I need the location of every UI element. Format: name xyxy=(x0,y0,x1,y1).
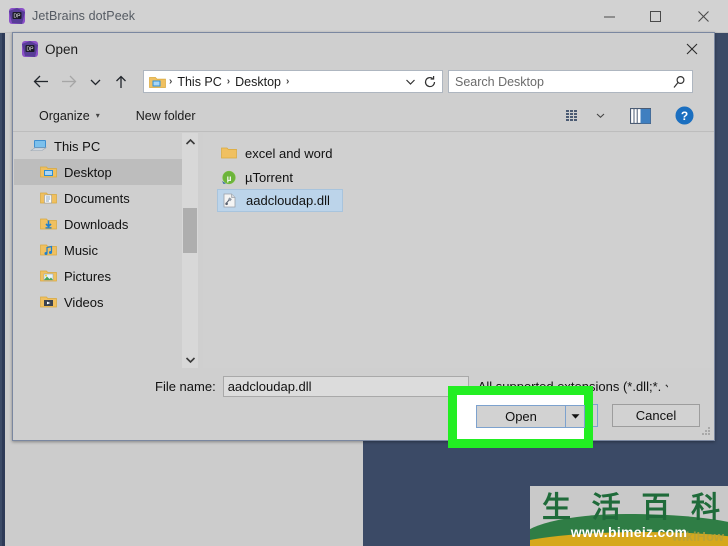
list-item-label: aadcloudap.dll xyxy=(246,193,330,208)
list-item[interactable]: excel and word xyxy=(217,141,343,165)
list-item[interactable]: µ µTorrent xyxy=(217,165,343,189)
watermark-characters: 生 活 百 科 xyxy=(536,488,726,526)
navigation-tree-list: This PC Desktop xyxy=(14,133,182,315)
app-titlebar[interactable]: DP JetBrains dotPeek xyxy=(0,0,728,33)
music-folder-icon xyxy=(40,243,58,257)
breadcrumb-separator: › xyxy=(285,76,290,87)
app-window-controls xyxy=(586,0,728,33)
organize-label: Organize xyxy=(39,109,90,123)
documents-folder-icon xyxy=(40,191,58,205)
svg-text:DP: DP xyxy=(27,47,35,53)
chevron-down-icon[interactable] xyxy=(661,382,667,391)
videos-folder-icon xyxy=(40,295,58,309)
sidebar-item-downloads[interactable]: Downloads xyxy=(14,211,182,237)
close-button[interactable] xyxy=(678,0,728,33)
sidebar-item-label: Downloads xyxy=(64,217,128,232)
sidebar-item-label: Music xyxy=(64,243,98,258)
watermark-char-2: 活 xyxy=(592,493,621,522)
pane-splitter[interactable] xyxy=(198,133,201,368)
navigation-bar: › This PC › Desktop › Search Desktop xyxy=(13,65,714,98)
watermark: 生 活 百 科 www.bimeiz.com wikiHow xyxy=(530,486,728,546)
scroll-down-arrow-icon[interactable] xyxy=(182,351,198,368)
view-chevron-down-icon[interactable] xyxy=(589,103,612,129)
svg-text:DP: DP xyxy=(14,14,22,20)
address-chevron-down-icon[interactable] xyxy=(404,77,419,87)
utorrent-icon: µ xyxy=(221,170,241,185)
new-folder-button[interactable]: New folder xyxy=(127,104,205,128)
filename-row: File name: aadcloudap.dll All supported … xyxy=(13,374,714,398)
downloads-folder-icon xyxy=(40,217,58,231)
svg-text:µ: µ xyxy=(227,174,232,183)
organize-button[interactable]: Organize ▾ xyxy=(30,104,109,128)
new-folder-label: New folder xyxy=(136,109,196,123)
sidebar-item-label: Pictures xyxy=(64,269,111,284)
open-split-button-overlay[interactable]: Open xyxy=(476,405,585,428)
chevron-down-icon: ▾ xyxy=(96,111,100,120)
jetbrains-dotpeek-icon: DP xyxy=(22,41,38,57)
pictures-folder-icon xyxy=(40,269,58,283)
search-input[interactable]: Search Desktop xyxy=(448,70,693,93)
jetbrains-dotpeek-icon: DP xyxy=(9,8,25,24)
tree-scrollbar[interactable] xyxy=(182,133,198,368)
dialog-toolbar: Organize ▾ New folder xyxy=(13,100,714,132)
list-item-selected[interactable]: aadcloudap.dll xyxy=(217,189,343,212)
forward-arrow-icon xyxy=(55,69,83,95)
file-list-pane: excel and word µ µTorrent xyxy=(203,133,713,368)
breadcrumb-this-pc[interactable]: This PC xyxy=(173,75,225,89)
sidebar-item-videos[interactable]: Videos xyxy=(14,289,182,315)
resize-grip-icon[interactable] xyxy=(699,425,711,437)
back-arrow-icon[interactable] xyxy=(27,69,55,95)
sidebar-item-label: Videos xyxy=(64,295,104,310)
list-item-label: excel and word xyxy=(245,146,332,161)
dialog-close-icon[interactable] xyxy=(670,33,714,65)
filename-value: aadcloudap.dll xyxy=(228,379,312,394)
sidebar-item-pictures[interactable]: Pictures xyxy=(14,263,182,289)
minimize-button[interactable] xyxy=(586,0,632,33)
folder-icon xyxy=(149,75,166,89)
search-placeholder: Search Desktop xyxy=(455,75,544,89)
dialog-title-text: Open xyxy=(45,42,78,57)
watermark-url: www.bimeiz.com xyxy=(530,524,728,540)
toolbar-view-controls: ? xyxy=(560,103,714,129)
sidebar-item-desktop[interactable]: Desktop xyxy=(14,159,182,185)
search-icon[interactable] xyxy=(672,75,686,89)
open-file-dialog: DP Open xyxy=(12,32,715,441)
sidebar-item-label: Desktop xyxy=(64,165,112,180)
watermark-char-4: 科 xyxy=(691,493,720,522)
maximize-button[interactable] xyxy=(632,0,678,33)
folder-icon xyxy=(221,146,241,160)
sidebar-item-this-pc[interactable]: This PC xyxy=(14,133,182,159)
cancel-button[interactable]: Cancel xyxy=(612,404,700,427)
address-bar[interactable]: › This PC › Desktop › xyxy=(143,70,443,93)
breadcrumb-desktop[interactable]: Desktop xyxy=(231,75,285,89)
sidebar-item-label: Documents xyxy=(64,191,130,206)
desktop-folder-icon xyxy=(40,165,58,179)
watermark-char-1: 生 xyxy=(542,493,571,522)
svg-text:?: ? xyxy=(681,109,688,123)
app-title-text: JetBrains dotPeek xyxy=(32,9,135,23)
preview-pane-icon[interactable] xyxy=(624,103,657,129)
view-list-icon[interactable] xyxy=(560,103,589,129)
this-pc-icon xyxy=(30,139,48,153)
watermark-char-3: 百 xyxy=(641,493,670,522)
open-button-overlay[interactable]: Open xyxy=(476,405,566,428)
filename-input[interactable]: aadcloudap.dll xyxy=(223,376,469,397)
screen-root: DP JetBrains dotPeek xyxy=(0,0,728,546)
help-icon[interactable]: ? xyxy=(669,103,700,129)
open-dropdown-arrow-icon-overlay[interactable] xyxy=(566,405,585,428)
dialog-titlebar[interactable]: DP Open xyxy=(13,33,714,65)
scrollbar-thumb[interactable] xyxy=(183,208,197,253)
recent-locations-chevron-down-icon[interactable] xyxy=(83,69,107,95)
sidebar-item-music[interactable]: Music xyxy=(14,237,182,263)
dialog-bottom-bar: File name: aadcloudap.dll All supported … xyxy=(13,368,714,440)
up-arrow-icon[interactable] xyxy=(107,69,135,95)
dll-file-icon xyxy=(222,193,242,208)
sidebar-item-documents[interactable]: Documents xyxy=(14,185,182,211)
refresh-icon[interactable] xyxy=(419,75,437,89)
navigation-tree-pane: This PC Desktop xyxy=(14,133,198,368)
scroll-up-arrow-icon[interactable] xyxy=(182,133,198,150)
filename-label: File name: xyxy=(155,379,216,394)
list-item-label: µTorrent xyxy=(245,170,293,185)
sidebar-item-label: This PC xyxy=(54,139,100,154)
